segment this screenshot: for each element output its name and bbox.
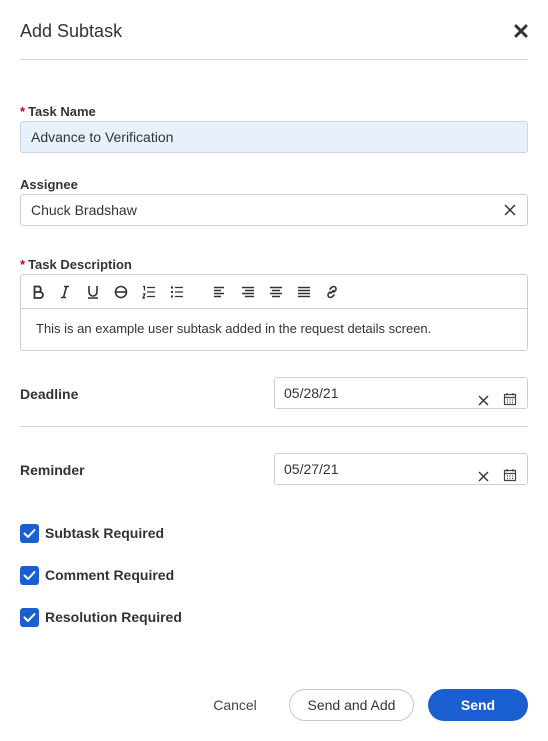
cancel-button[interactable]: Cancel [205,690,265,720]
reminder-clear-button[interactable] [477,463,490,482]
deadline-clear-button[interactable] [477,387,490,406]
resolution-required-label: Resolution Required [45,609,182,625]
close-icon [514,24,528,38]
align-center-button[interactable] [240,284,256,300]
deadline-input[interactable]: 05/28/21 [274,377,528,409]
clear-icon [478,471,489,482]
align-right-icon [270,286,282,298]
header-divider [20,59,528,60]
align-center-icon [242,286,254,298]
ordered-list-button[interactable] [141,284,157,300]
bullet-list-button[interactable] [169,284,185,300]
italic-icon [61,285,69,299]
assignee-label: Assignee [20,177,78,192]
send-button[interactable]: Send [428,689,528,721]
reminder-label: Reminder [20,462,85,478]
deadline-calendar-button[interactable] [503,386,517,406]
description-text: This is an example user subtask added in… [36,321,432,336]
align-right-button[interactable] [268,284,284,300]
bullet-list-icon [170,286,183,298]
assignee-input[interactable]: Chuck Bradshaw [20,194,528,226]
strikethrough-icon [114,285,128,299]
calendar-icon [503,393,517,406]
align-left-button[interactable] [212,284,228,300]
comment-required-label: Comment Required [45,567,175,583]
send-and-add-button[interactable]: Send and Add [289,689,414,721]
bold-icon [33,285,44,299]
clear-icon [478,395,489,406]
task-name-label: * Task Name [20,104,96,119]
assignee-clear-button[interactable] [503,203,517,217]
checkmark-icon [23,529,36,538]
link-button[interactable] [324,284,340,300]
close-button[interactable] [512,22,530,40]
required-marker: * [20,257,26,272]
align-justify-button[interactable] [296,284,312,300]
reminder-calendar-button[interactable] [503,462,517,482]
deadline-label: Deadline [20,386,79,402]
assignee-value: Chuck Bradshaw [31,202,137,218]
underline-button[interactable] [85,284,101,300]
checkmark-icon [23,571,36,580]
section-divider [20,426,528,427]
reminder-input[interactable]: 05/27/21 [274,453,528,485]
strikethrough-button[interactable] [113,284,129,300]
deadline-value: 05/28/21 [284,385,339,401]
dialog-title: Add Subtask [20,21,123,41]
underline-icon [88,286,98,299]
required-marker: * [20,104,26,119]
italic-button[interactable] [57,284,73,300]
editor-toolbar [21,275,527,309]
align-justify-icon [298,286,310,298]
resolution-required-checkbox[interactable] [20,608,39,627]
reminder-value: 05/27/21 [284,461,339,477]
bold-button[interactable] [30,284,46,300]
task-name-input[interactable]: Advance to Verification [20,121,528,153]
link-icon [327,285,337,299]
calendar-icon [503,469,517,482]
ordered-list-icon [141,285,155,299]
clear-icon [504,204,516,216]
subtask-required-label: Subtask Required [45,525,165,541]
subtask-required-checkbox[interactable] [20,524,39,543]
task-description-label: * Task Description [20,257,132,272]
align-left-icon [214,286,224,298]
comment-required-checkbox[interactable] [20,566,39,585]
checkmark-icon [23,613,36,622]
description-editor[interactable]: This is an example user subtask added in… [20,274,528,351]
